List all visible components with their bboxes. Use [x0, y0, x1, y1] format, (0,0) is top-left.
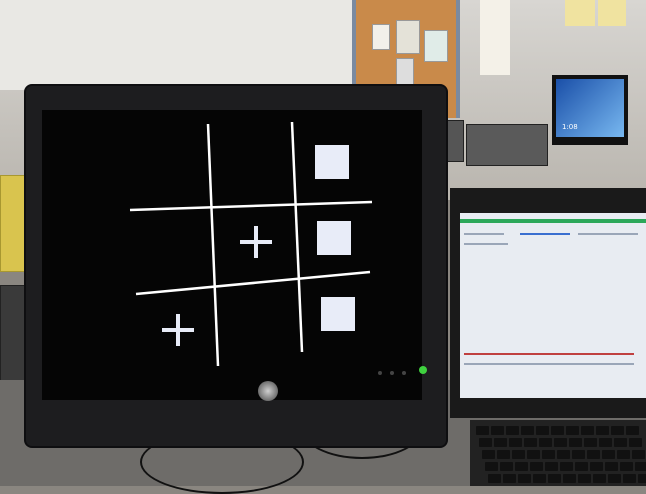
- laptop-text-line: [464, 353, 634, 355]
- keyboard-key: [608, 474, 621, 483]
- keyboard-key: [623, 474, 636, 483]
- keyboard-key: [509, 438, 522, 447]
- keyboard-key: [491, 426, 504, 435]
- keyboard-key: [596, 426, 609, 435]
- laptop: [450, 188, 646, 418]
- keyboard-key: [593, 474, 606, 483]
- keyboard-key: [566, 426, 579, 435]
- keyboard-key: [533, 474, 546, 483]
- keyboard-key: [545, 462, 558, 471]
- game-screen: [42, 110, 422, 400]
- keyboard-key: [551, 426, 564, 435]
- keyboard-key: [617, 450, 630, 459]
- keyboard-key: [602, 450, 615, 459]
- keyboard-key: [584, 438, 597, 447]
- keyboard-key: [629, 438, 642, 447]
- monitor-button: [390, 371, 394, 375]
- wall-panel: [72, 0, 213, 90]
- keyboard-key: [560, 462, 573, 471]
- laptop-screen: [460, 213, 646, 398]
- keyboard-key: [503, 474, 516, 483]
- square-mark: [315, 145, 349, 179]
- keyboard-key: [635, 462, 646, 471]
- plus-mark: [240, 226, 272, 258]
- door-notice: [424, 30, 448, 62]
- laptop-text-line: [464, 233, 504, 235]
- laptop-keyboard: [470, 420, 646, 486]
- background-monitor: 1:08: [552, 75, 628, 145]
- wall-panel: [212, 0, 353, 90]
- laptop-title-bar: [460, 219, 646, 223]
- plus-mark: [162, 314, 194, 346]
- keyboard-key: [500, 462, 513, 471]
- keyboard-key: [485, 462, 498, 471]
- keyboard-key: [611, 426, 624, 435]
- grid-line: [135, 270, 371, 296]
- keyboard-key: [587, 450, 600, 459]
- wall-panel: [0, 0, 73, 90]
- keyboard-key: [497, 450, 510, 459]
- keyboard-key: [530, 462, 543, 471]
- keyboard-key: [482, 450, 495, 459]
- keyboard-key: [590, 462, 603, 471]
- keyboard-key: [518, 474, 531, 483]
- grid-line: [129, 200, 373, 212]
- keyboard-key: [575, 462, 588, 471]
- monitor-button: [402, 371, 406, 375]
- laptop-text-line: [520, 233, 570, 235]
- grid-line: [290, 121, 304, 353]
- keyboard-key: [578, 474, 591, 483]
- keyboard-key: [488, 474, 501, 483]
- keyboard-key: [632, 450, 645, 459]
- sticky-note: [598, 0, 626, 26]
- wall-papers: [480, 0, 510, 75]
- no-smoking-sign: [372, 24, 390, 50]
- monitor-stand-knob: [258, 381, 278, 401]
- monitor: [26, 86, 446, 446]
- framed-notice: [396, 20, 420, 54]
- keyboard-key: [542, 450, 555, 459]
- keyboard-key: [527, 450, 540, 459]
- keyboard-key: [512, 450, 525, 459]
- keyboard-key: [599, 438, 612, 447]
- laptop-text-line: [464, 363, 634, 365]
- door-notice: [396, 58, 414, 86]
- power-led: [419, 366, 427, 374]
- grid-line: [206, 123, 220, 367]
- keyboard-key: [479, 438, 492, 447]
- keyboard-key: [572, 450, 585, 459]
- keyboard-key: [536, 426, 549, 435]
- keyboard-key: [494, 438, 507, 447]
- keyboard-key: [563, 474, 576, 483]
- keyboard-key: [524, 438, 537, 447]
- keyboard-key: [521, 426, 534, 435]
- keyboard-key: [548, 474, 561, 483]
- background-monitor-screen: 1:08: [556, 79, 624, 137]
- keyboard-key: [638, 474, 646, 483]
- keyboard-key: [557, 450, 570, 459]
- monitor-button: [378, 371, 382, 375]
- keyboard-key: [620, 462, 633, 471]
- tic-tac-toe-board: [129, 121, 373, 367]
- keyboard-key: [581, 426, 594, 435]
- sticky-note: [565, 0, 595, 26]
- keyboard-key: [605, 462, 618, 471]
- laptop-text-line: [464, 243, 508, 245]
- keyboard-key: [614, 438, 627, 447]
- oscilloscope: [466, 124, 548, 166]
- keyboard-key: [569, 438, 582, 447]
- square-mark: [317, 221, 351, 255]
- laptop-text-line: [578, 233, 638, 235]
- keyboard-key: [539, 438, 552, 447]
- keyboard-key: [506, 426, 519, 435]
- square-mark: [321, 297, 355, 331]
- keyboard-key: [476, 426, 489, 435]
- keyboard-key: [626, 426, 639, 435]
- keyboard-key: [554, 438, 567, 447]
- background-monitor-time: 1:08: [562, 123, 578, 131]
- keyboard-key: [515, 462, 528, 471]
